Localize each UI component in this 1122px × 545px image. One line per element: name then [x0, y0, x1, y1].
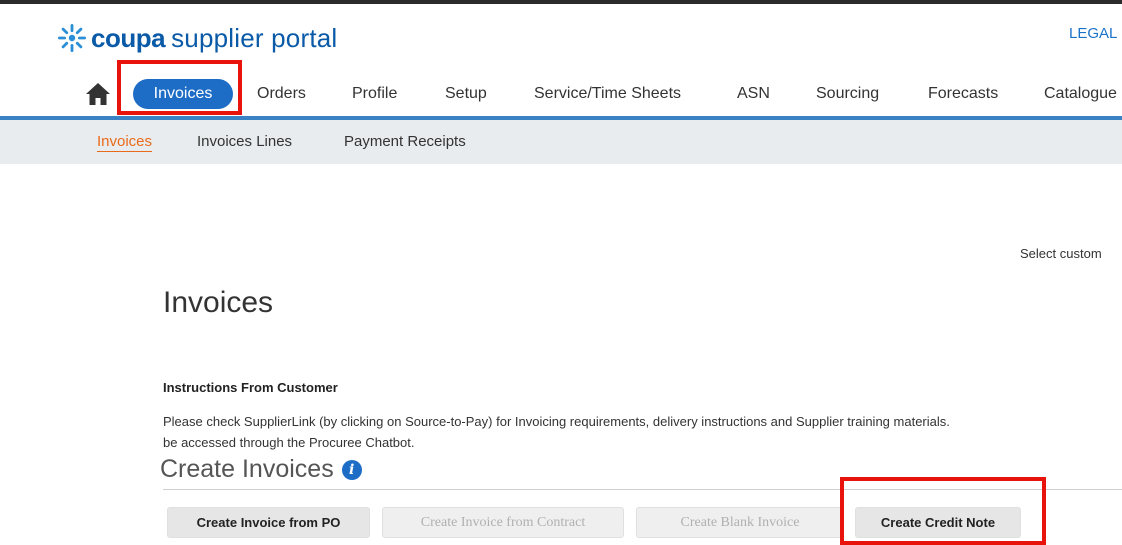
select-customer-label[interactable]: Select custom — [1020, 246, 1102, 261]
sub-nav: Invoices Invoices Lines Payment Receipts — [0, 120, 1122, 164]
create-invoice-from-po-button[interactable]: Create Invoice from PO — [167, 507, 370, 538]
legal-link[interactable]: LEGAL — [1069, 25, 1117, 42]
nav-tab-catalogue[interactable]: Catalogue — [1044, 85, 1117, 103]
highlight-box-credit-note — [840, 477, 1046, 545]
nav-tab-sourcing[interactable]: Sourcing — [816, 85, 879, 103]
instructions-heading: Instructions From Customer — [163, 380, 338, 395]
nav-tab-forecasts[interactable]: Forecasts — [928, 85, 998, 103]
subnav-tab-invoices[interactable]: Invoices — [97, 133, 153, 152]
page-title: Invoices — [163, 286, 274, 319]
top-border — [0, 0, 1122, 4]
subnav-tab-payment-receipts[interactable]: Payment Receipts — [344, 133, 466, 150]
info-icon[interactable]: i — [341, 459, 362, 480]
create-invoices-title: Create Invoices — [160, 455, 334, 483]
subnav-tab-invoices-lines[interactable]: Invoices Lines — [197, 133, 292, 150]
nav-tab-profile[interactable]: Profile — [352, 85, 397, 103]
brand-name: coupa — [91, 22, 166, 53]
nav-tab-asn[interactable]: ASN — [737, 85, 770, 103]
nav-tab-orders[interactable]: Orders — [257, 85, 306, 103]
coupa-sunburst-icon — [58, 24, 86, 52]
create-invoice-from-contract-button[interactable]: Create Invoice from Contract — [382, 507, 624, 538]
nav-tab-setup[interactable]: Setup — [445, 85, 487, 103]
brand-subtitle: supplier portal — [171, 22, 338, 53]
instructions-line-1: Please check SupplierLink (by clicking o… — [163, 414, 950, 429]
coupa-logo[interactable]: coupa supplier portal — [56, 18, 337, 58]
instructions-line-2: be accessed through the Procuree Chatbot… — [163, 435, 415, 450]
nav-tab-service-time-sheets[interactable]: Service/Time Sheets — [534, 85, 681, 103]
create-invoices-heading: Create Invoices i — [160, 455, 362, 484]
create-blank-invoice-button[interactable]: Create Blank Invoice — [636, 507, 844, 538]
home-icon[interactable] — [85, 82, 111, 106]
highlight-box-invoices-tab — [117, 60, 242, 115]
instructions-text: Please check SupplierLink (by clicking o… — [163, 411, 1122, 453]
